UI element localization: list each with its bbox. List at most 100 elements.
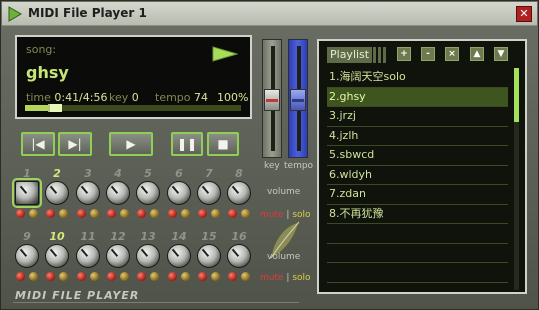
solo-led[interactable] (241, 272, 250, 281)
channel-volume-knob[interactable] (197, 181, 221, 205)
playlist-item[interactable]: 2.ghsy (327, 87, 508, 107)
channel-number: 8 (235, 167, 243, 180)
playlist-item[interactable]: 5.sbwcd (327, 146, 508, 166)
mute-led[interactable] (16, 272, 25, 281)
solo-led[interactable] (29, 209, 38, 218)
channel-volume-knob[interactable] (167, 244, 191, 268)
title-bar[interactable]: MIDI File Player 1 ✕ (2, 2, 537, 26)
solo-toggle-2[interactable]: solo (292, 273, 310, 283)
playlist-empty-row (327, 263, 508, 283)
channel-volume-knob[interactable] (12, 178, 42, 208)
solo-led[interactable] (120, 209, 129, 218)
mute-led[interactable] (46, 272, 55, 281)
key-slider-thumb[interactable] (264, 88, 280, 111)
channel-number: 10 (49, 230, 65, 243)
channel-volume-knob[interactable] (45, 244, 69, 268)
progress-thumb[interactable] (47, 104, 62, 112)
key-readout: key 0 (109, 91, 139, 104)
mute-led[interactable] (228, 272, 237, 281)
solo-led[interactable] (211, 209, 220, 218)
pause-button[interactable]: ❚❚ (171, 132, 203, 156)
playlist-item[interactable]: 3.jrzj (327, 107, 508, 127)
remove-song-button[interactable]: - (421, 47, 435, 61)
mute-led[interactable] (137, 272, 146, 281)
channel-volume-knob[interactable] (15, 244, 39, 268)
mute-toggle-2[interactable]: mute (260, 273, 284, 283)
channel-number: 16 (231, 230, 247, 243)
channel-volume-knob[interactable] (76, 244, 100, 268)
next-icon: ▶| (68, 137, 82, 151)
solo-led[interactable] (59, 272, 68, 281)
channel-volume-knob[interactable] (106, 244, 130, 268)
channel-number: 15 (201, 230, 217, 243)
key-slider-label: key (264, 161, 280, 171)
solo-led[interactable] (29, 272, 38, 281)
channel-volume-knob[interactable] (227, 181, 251, 205)
channel-volume-knob[interactable] (76, 181, 100, 205)
playlist-title: Playlist (327, 47, 373, 63)
next-button[interactable]: ▶| (58, 132, 92, 156)
key-slider[interactable] (262, 39, 282, 158)
channel-volume-knob[interactable] (45, 181, 69, 205)
mute-led[interactable] (168, 272, 177, 281)
mute-led[interactable] (77, 272, 86, 281)
solo-led[interactable] (120, 272, 129, 281)
playlist-scroll-thumb[interactable] (514, 68, 519, 122)
solo-led[interactable] (59, 209, 68, 218)
brand-logo: MIDI FILE PLAYER (15, 289, 140, 302)
solo-led[interactable] (90, 272, 99, 281)
play-button[interactable]: ▶ (109, 132, 153, 156)
playlist-item[interactable]: 6.wldyh (327, 166, 508, 185)
solo-led[interactable] (211, 272, 220, 281)
channel-volume-knob[interactable] (197, 244, 221, 268)
mute-led[interactable] (107, 272, 116, 281)
previous-icon: |◀ (31, 137, 45, 151)
volume-label-2: volume (267, 252, 301, 262)
clear-list-button[interactable]: × (445, 47, 459, 61)
playlist-item[interactable]: 8.不再犹豫 (327, 205, 508, 224)
solo-led[interactable] (150, 209, 159, 218)
move-down-button[interactable]: ▼ (494, 47, 508, 61)
mute-led[interactable] (137, 209, 146, 218)
channel-volume-knob[interactable] (106, 181, 130, 205)
close-button[interactable]: ✕ (516, 6, 532, 22)
playlist-header: Playlist + - × ▲ ▼ (327, 47, 517, 63)
channel-number: 11 (80, 230, 96, 243)
mute-led[interactable] (16, 209, 25, 218)
solo-led[interactable] (150, 272, 159, 281)
brand-divider (13, 302, 299, 303)
tempo-slider[interactable] (288, 39, 308, 158)
previous-button[interactable]: |◀ (21, 132, 55, 156)
mute-led[interactable] (46, 209, 55, 218)
solo-led[interactable] (90, 209, 99, 218)
window-title: MIDI File Player 1 (28, 6, 147, 20)
key-value: 0 (131, 91, 139, 104)
song-name: ghsy (26, 63, 69, 82)
channel-volume-knob[interactable] (136, 244, 160, 268)
solo-led[interactable] (241, 209, 250, 218)
key-label: key (109, 91, 129, 104)
mute-led[interactable] (107, 209, 116, 218)
stop-button[interactable]: ■ (207, 132, 239, 156)
solo-led[interactable] (181, 209, 190, 218)
song-label: song: (26, 43, 57, 56)
mute-led[interactable] (77, 209, 86, 218)
channel-volume-knob[interactable] (136, 181, 160, 205)
tempo-slider-thumb[interactable] (290, 88, 306, 111)
channel-number: 5 (144, 167, 152, 180)
progress-bar[interactable] (25, 104, 241, 112)
solo-led[interactable] (181, 272, 190, 281)
mute-led[interactable] (228, 209, 237, 218)
playlist-item[interactable]: 4.jzlh (327, 127, 508, 146)
mute-led[interactable] (198, 272, 207, 281)
playlist-item[interactable]: 7.zdan (327, 185, 508, 205)
playlist-scrollbar[interactable] (514, 68, 519, 290)
move-up-button[interactable]: ▲ (470, 47, 484, 61)
add-song-button[interactable]: + (397, 47, 411, 61)
channel-volume-knob[interactable] (227, 244, 251, 268)
channel-volume-knob[interactable] (167, 181, 191, 205)
mute-led[interactable] (168, 209, 177, 218)
playlist-item[interactable]: 1.海阔天空solo (327, 68, 508, 88)
stop-icon: ■ (217, 137, 229, 151)
mute-led[interactable] (198, 209, 207, 218)
